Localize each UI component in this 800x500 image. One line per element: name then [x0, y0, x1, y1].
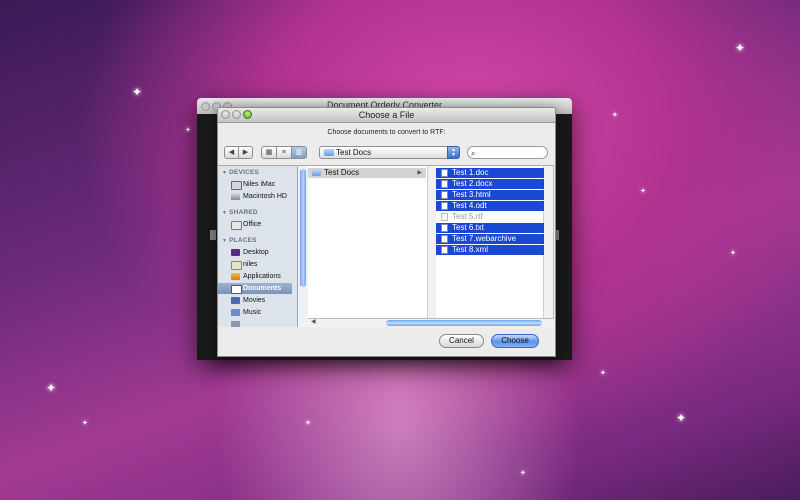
file-row-test-7-webarchive[interactable]: Test 7.webarchive — [436, 234, 544, 244]
column-view-button[interactable]: ▥ — [291, 146, 307, 159]
document-icon — [441, 213, 448, 221]
file-row-test-3-html[interactable]: Test 3.html — [436, 190, 544, 200]
star-decoration: ✦ — [730, 250, 736, 257]
file-row-test-1-doc[interactable]: Test 1.doc — [436, 168, 544, 178]
disclosure-triangle-icon[interactable]: ▼ — [222, 210, 227, 216]
disclosure-triangle-icon[interactable]: ▼ — [222, 170, 227, 176]
star-decoration: ✦ — [132, 85, 143, 99]
star-decoration: ✦ — [305, 420, 311, 427]
imac-icon — [231, 181, 242, 190]
cancel-button[interactable]: Cancel — [439, 334, 484, 348]
scrollbar-thumb[interactable] — [386, 320, 542, 326]
document-icon — [441, 246, 448, 254]
document-icon — [441, 180, 448, 188]
window-controls — [221, 110, 254, 120]
file-row-test-5-rtf: Test 5.rtf — [436, 212, 544, 222]
sidebar-section-header: ▼ DEVICES — [222, 169, 260, 176]
current-folder-label: Test Docs — [336, 148, 372, 157]
pictures-folder-icon — [231, 321, 240, 327]
sidebar-item-applications[interactable]: Applications — [218, 271, 292, 282]
document-icon — [441, 202, 448, 210]
dialog-title: Choose a File — [358, 110, 415, 120]
icon-view-button[interactable]: ▦ — [261, 146, 277, 159]
document-icon — [441, 224, 448, 232]
sidebar-item-music[interactable]: Music — [218, 307, 292, 318]
column-view-icon: ▥ — [295, 149, 303, 156]
drawer-handle-left — [210, 230, 216, 240]
dialog-prompt: Choose documents to convert to RTF: — [327, 129, 446, 136]
sidebar-item-macintosh-hd[interactable]: Macintosh HD — [218, 191, 292, 202]
forward-button[interactable]: ▶ — [238, 146, 253, 159]
sidebar: ▼ DEVICES Niles iMac Macintosh HD ▼ SHARED… — [218, 165, 298, 327]
column-2-scrollbar[interactable] — [544, 165, 554, 318]
open-file-dialog: Choose a File Choose documents to conver… — [217, 107, 556, 357]
close-icon[interactable] — [201, 102, 210, 111]
arrow-left-icon[interactable]: ◀ — [311, 318, 316, 325]
home-icon — [231, 261, 242, 270]
star-decoration: ✦ — [640, 188, 646, 195]
path-popup-button[interactable]: Test Docs ▲ ▼ — [319, 146, 460, 159]
browser-horizontal-scrollbar[interactable]: ◀ — [308, 318, 554, 327]
document-icon — [441, 169, 448, 177]
sidebar-item-movies[interactable]: Movies — [218, 295, 292, 306]
sidebar-scrollbar[interactable] — [298, 165, 308, 327]
disclosure-triangle-icon[interactable]: ▼ — [222, 238, 227, 244]
sidebar-item-desktop[interactable]: Desktop — [218, 247, 292, 258]
list-view-button[interactable]: ≡ — [276, 146, 292, 159]
music-folder-icon — [231, 309, 240, 316]
documents-folder-icon — [231, 285, 242, 294]
sidebar-section-header: ▼ SHARED — [222, 209, 258, 216]
browser-column-2: Test 1.doc Test 2.docx Test 3.html Test … — [436, 165, 544, 318]
network-computer-icon — [231, 221, 242, 230]
dialog-titlebar: Choose a File — [218, 108, 555, 123]
file-row-test-8-xml[interactable]: Test 8.xml — [436, 245, 544, 255]
back-button[interactable]: ◀ — [224, 146, 239, 159]
sidebar-section-header: ▼ PLACES — [222, 237, 257, 244]
document-icon — [441, 235, 448, 243]
arrow-left-icon: ◀ — [228, 149, 235, 156]
search-icon: ⌕ — [471, 149, 476, 158]
folder-icon — [324, 149, 334, 156]
movies-folder-icon — [231, 297, 240, 304]
star-decoration: ✦ — [735, 41, 746, 55]
sidebar-item-niles-imac[interactable]: Niles iMac — [218, 179, 292, 190]
sidebar-item-niles[interactable]: niles — [218, 259, 292, 270]
star-decoration: ✦ — [82, 420, 88, 427]
sidebar-item-office[interactable]: Office — [218, 219, 292, 230]
chevron-updown-icon: ▲ ▼ — [447, 146, 460, 159]
star-decoration: ✦ — [600, 370, 606, 377]
chevron-right-icon: ▶ — [417, 170, 422, 176]
star-decoration: ✦ — [612, 112, 618, 119]
sidebar-item-documents[interactable]: Documents — [218, 283, 292, 294]
file-row-test-4-odt[interactable]: Test 4.odt — [436, 201, 544, 211]
browser-column-1: Test Docs ▶ — [308, 165, 428, 318]
applications-icon — [231, 273, 240, 280]
star-decoration: ✦ — [185, 127, 191, 134]
list-view-icon: ≡ — [281, 149, 287, 156]
search-input[interactable]: ⌕ — [467, 146, 548, 159]
arrow-right-icon: ▶ — [242, 149, 249, 156]
zoom-icon[interactable] — [243, 110, 252, 119]
hard-drive-icon — [231, 193, 240, 200]
desktop-folder-icon — [231, 249, 240, 256]
choose-button[interactable]: Choose — [491, 334, 539, 348]
minimize-icon[interactable] — [232, 110, 241, 119]
star-decoration: ✦ — [676, 411, 687, 425]
star-decoration: ✦ — [520, 470, 526, 477]
document-icon — [441, 191, 448, 199]
column-row-test-docs[interactable]: Test Docs ▶ — [308, 168, 426, 178]
sidebar-item-partial[interactable] — [218, 319, 292, 327]
star-decoration: ✦ — [46, 381, 57, 395]
close-icon[interactable] — [221, 110, 230, 119]
file-row-test-2-docx[interactable]: Test 2.docx — [436, 179, 544, 189]
file-row-test-6-txt[interactable]: Test 6.txt — [436, 223, 544, 233]
scrollbar-thumb[interactable] — [300, 169, 306, 287]
icon-view-icon: ▦ — [265, 149, 273, 156]
folder-icon — [312, 170, 321, 176]
